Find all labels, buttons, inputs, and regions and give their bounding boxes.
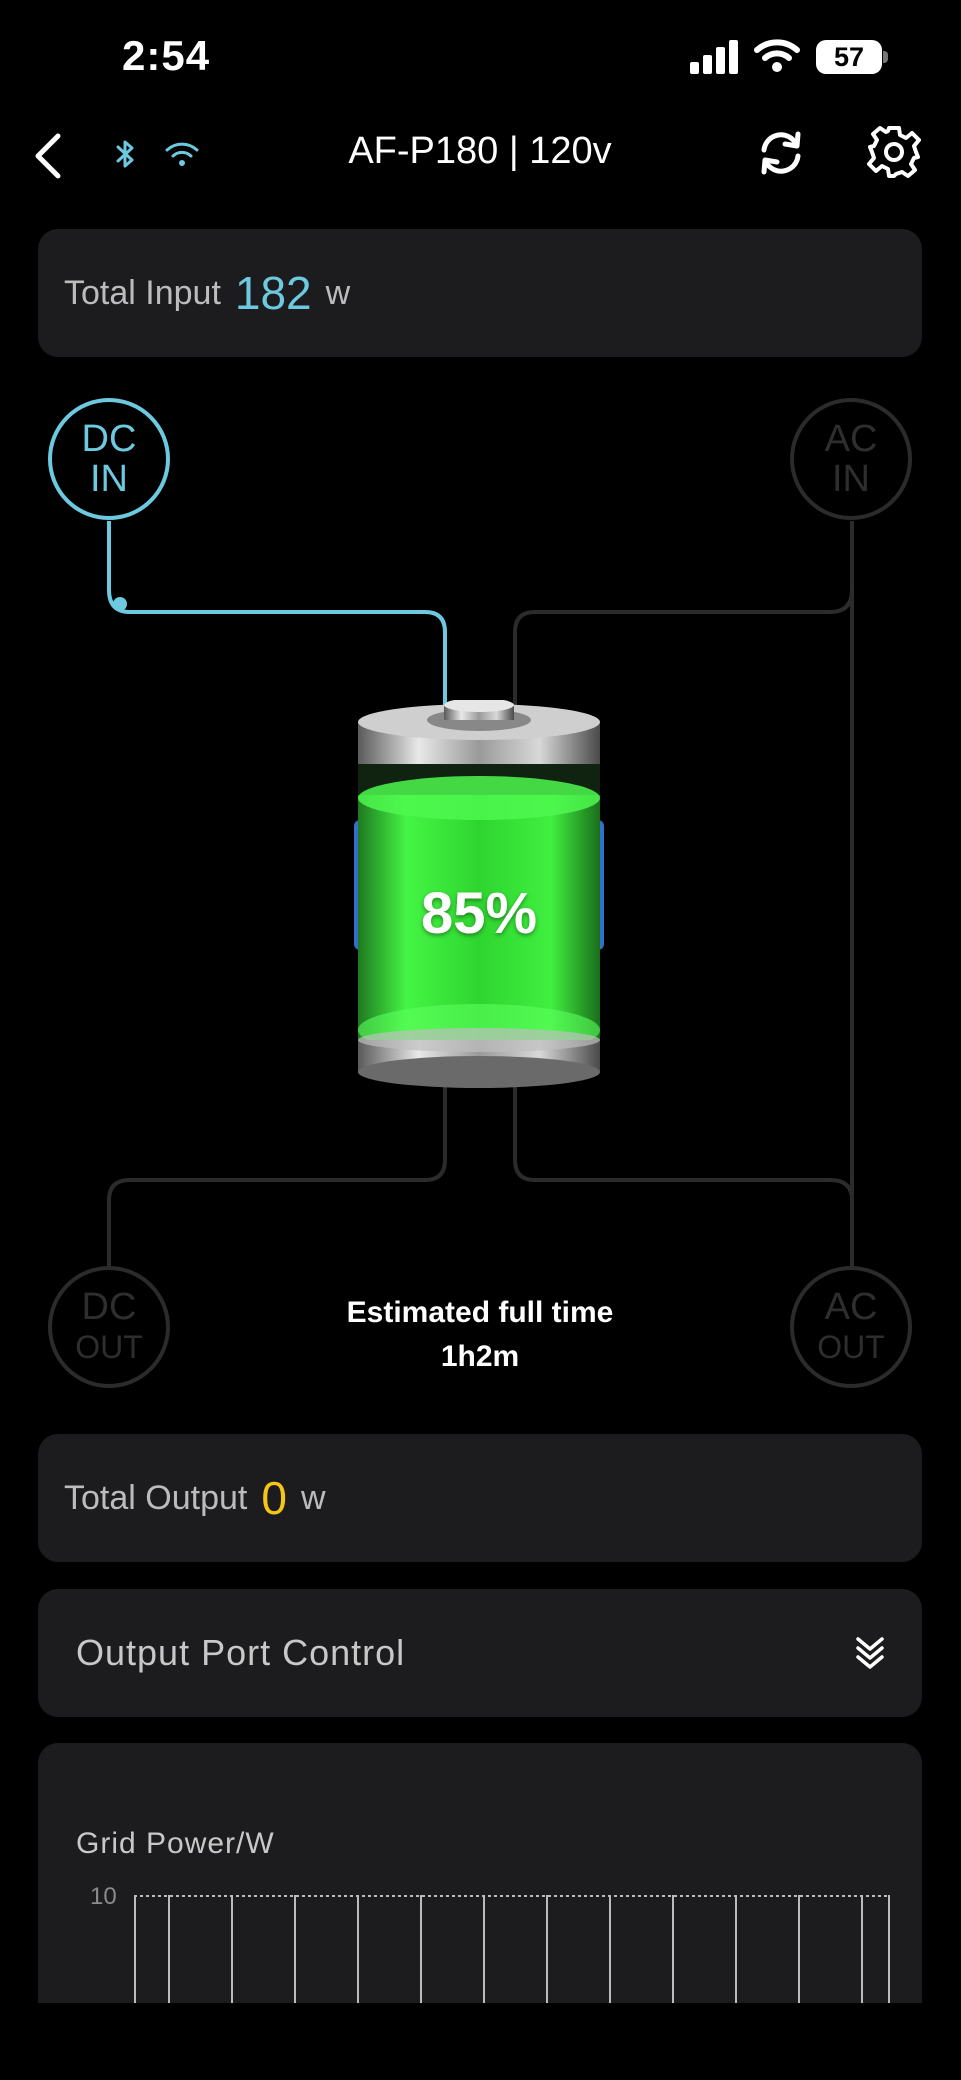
- device-title: AF-P180 | 120v: [348, 130, 612, 172]
- total-output-label: Total Output: [64, 1478, 248, 1517]
- battery-status-icon: 57: [816, 40, 888, 74]
- output-port-control[interactable]: Output Port Control: [38, 1589, 922, 1717]
- gear-icon[interactable]: [866, 124, 922, 180]
- dc-in-line1: DC: [81, 418, 137, 460]
- cellular-signal-icon: [690, 40, 738, 74]
- chart-y-tick: 10: [90, 1883, 117, 1910]
- total-output-unit: w: [300, 1478, 326, 1517]
- ac-out-line2: OUT: [817, 1329, 885, 1365]
- battery-status-level: 57: [816, 40, 882, 74]
- bluetooth-icon: [116, 140, 134, 168]
- refresh-icon[interactable]: [754, 126, 808, 180]
- battery-percent: 85%: [420, 881, 538, 946]
- total-input-label: Total Input: [64, 273, 221, 312]
- estimated-full-time-value: 1h2m: [440, 1340, 520, 1373]
- total-input-card: Total Input 182 w: [38, 229, 922, 357]
- dc-out-port: DC OUT: [48, 1266, 170, 1388]
- estimated-full-time-label: Estimated full time: [346, 1296, 614, 1329]
- output-port-control-label: Output Port Control: [76, 1632, 406, 1673]
- total-input-value: 182: [234, 267, 312, 319]
- dc-in-line2: IN: [90, 458, 128, 500]
- chart-grid: [134, 1895, 890, 2003]
- dc-out-line2: OUT: [75, 1329, 143, 1365]
- ac-out-port: AC OUT: [790, 1266, 912, 1388]
- wifi-connection-icon: [165, 142, 199, 166]
- grid-power-chart: Grid Power/W 10: [38, 1743, 922, 2003]
- status-time: 2:54: [122, 32, 211, 79]
- dc-in-port: DC IN: [48, 398, 170, 520]
- ac-in-line1: AC: [824, 418, 878, 460]
- back-button[interactable]: [28, 130, 68, 182]
- ac-out-line1: AC: [824, 1286, 878, 1328]
- ac-in-port: AC IN: [790, 398, 912, 520]
- ac-in-line2: IN: [832, 458, 870, 500]
- chart-title: Grid Power/W: [76, 1827, 275, 1860]
- expand-down-icon[interactable]: [854, 1635, 886, 1671]
- total-output-card: Total Output 0 w: [38, 1434, 922, 1562]
- wifi-status-icon: [754, 39, 800, 72]
- total-input-unit: w: [325, 273, 351, 312]
- total-output-value: 0: [261, 1472, 287, 1524]
- dc-out-line1: DC: [81, 1286, 137, 1328]
